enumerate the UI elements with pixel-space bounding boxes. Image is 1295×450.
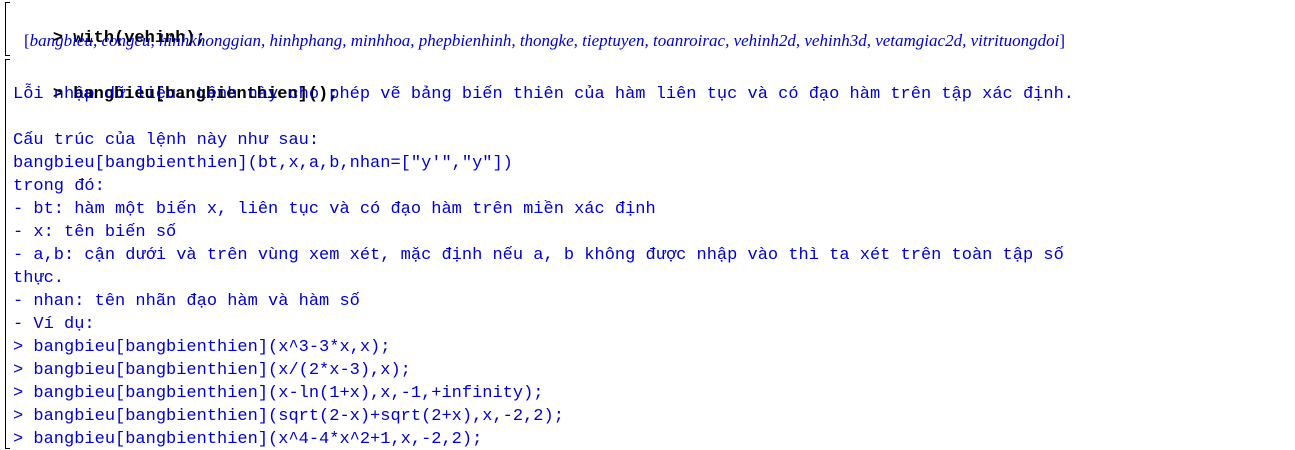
example-line-2: > bangbieu[bangbienthien](x/(2*x-3),x);	[13, 361, 411, 380]
help-line-3: Cấu trúc của lệnh này như sau:	[13, 131, 320, 150]
package-export-item: hinhphang	[269, 31, 343, 50]
example-line-5: > bangbieu[bangbienthien](x^4-4*x^2+1,x,…	[13, 430, 483, 449]
list-separator: ,	[150, 31, 160, 50]
help-line-8: - a,b: cận dưới và trên vùng xem xét, mặ…	[13, 246, 1064, 265]
help-line-9: thực.	[13, 269, 65, 288]
package-export-item: vitrituongdoi	[970, 31, 1060, 50]
close-bracket: ]	[1059, 31, 1066, 50]
package-export-item: hinhkhonggian	[159, 31, 262, 50]
list-separator: ,	[511, 31, 520, 50]
execution-group-bracket-1[interactable]	[5, 2, 10, 56]
execution-group-bracket-2[interactable]	[5, 59, 10, 449]
help-line-5: trong đó:	[13, 177, 105, 196]
package-export-item: thongke	[519, 31, 574, 50]
package-export-item: vetamgiac2d	[875, 31, 963, 50]
package-export-item: minhhoa	[350, 31, 411, 50]
package-export-item: toanroirac	[652, 31, 726, 50]
list-separator: ,	[866, 31, 876, 50]
list-separator: ,	[725, 31, 734, 50]
help-line-4: bangbieu[bangbienthien](bt,x,a,b,nhan=["…	[13, 154, 513, 173]
list-separator: ,	[261, 31, 270, 50]
maple-worksheet: > with(vehinh); [bangbieu, congcu, hinhk…	[0, 0, 1295, 450]
help-line-1: Lỗi nhập dữ liệu. Lệnh này cho phép vẽ b…	[13, 85, 1074, 104]
package-export-item: bangbieu	[29, 31, 93, 50]
help-line-7: - x: tên biến số	[13, 223, 177, 242]
package-export-item: tieptuyen	[582, 31, 645, 50]
list-separator: ,	[410, 31, 419, 50]
example-line-4: > bangbieu[bangbienthien](sqrt(2-x)+sqrt…	[13, 407, 564, 426]
help-line-11: - Ví dụ:	[13, 315, 95, 334]
help-line-6: - bt: hàm một biến x, liên tục và có đạo…	[13, 200, 656, 219]
list-separator: ,	[342, 31, 351, 50]
list-separator: ,	[962, 31, 971, 50]
list-separator: ,	[573, 31, 583, 50]
example-line-1: > bangbieu[bangbienthien](x^3-3*x,x);	[13, 338, 391, 357]
package-export-item: vehinh2d	[733, 31, 796, 50]
help-line-10: - nhan: tên nhãn đạo hàm và hàm số	[13, 292, 360, 311]
package-export-list: [bangbieu, congcu, hinhkhonggian, hinhph…	[24, 29, 1065, 52]
package-export-item: phepbienhinh	[418, 31, 512, 50]
package-export-item: vehinh3d	[804, 31, 867, 50]
example-line-3: > bangbieu[bangbienthien](x-ln(1+x),x,-1…	[13, 384, 544, 403]
list-separator: ,	[644, 31, 653, 50]
package-export-item: congcu	[101, 31, 151, 50]
